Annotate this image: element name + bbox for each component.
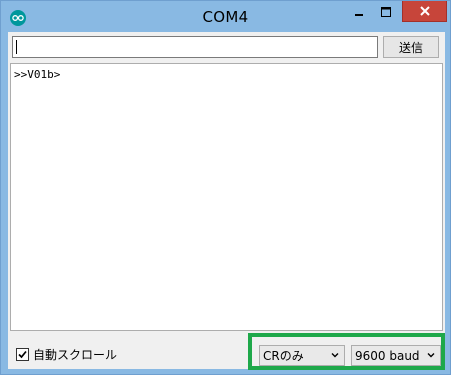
close-button[interactable] [402,1,447,22]
line-ending-value: CRのみ [263,349,304,363]
output-line: >>V01b> [14,68,61,81]
baud-rate-select[interactable]: 9600 baud [351,345,441,366]
autoscroll-label: 自動スクロール [33,348,118,362]
minimize-button[interactable] [346,1,372,22]
chevron-down-icon [331,353,339,358]
autoscroll-checkbox[interactable] [16,348,29,361]
maximize-button[interactable] [373,1,399,22]
chevron-down-icon [427,353,435,358]
baud-rate-value: 9600 baud [355,348,420,363]
serial-monitor-window: COM4 送信 >>V01b> 自動スクロール CRのみ 9600 baud [0,0,451,375]
checkmark-icon [18,350,27,359]
text-caret [16,40,17,54]
line-ending-select[interactable]: CRのみ [259,345,345,366]
title-bar[interactable]: COM4 [1,1,450,33]
minimize-icon [355,13,363,16]
autoscroll-toggle[interactable]: 自動スクロール [16,346,117,363]
close-icon [419,6,430,16]
serial-output[interactable]: >>V01b> [10,63,443,331]
serial-monitor-body: 送信 >>V01b> 自動スクロール CRのみ 9600 baud [8,32,445,370]
maximize-icon [381,6,391,17]
send-input[interactable] [12,36,378,58]
footer-bar: 自動スクロール CRのみ 9600 baud [8,333,445,370]
send-button[interactable]: 送信 [383,36,439,58]
